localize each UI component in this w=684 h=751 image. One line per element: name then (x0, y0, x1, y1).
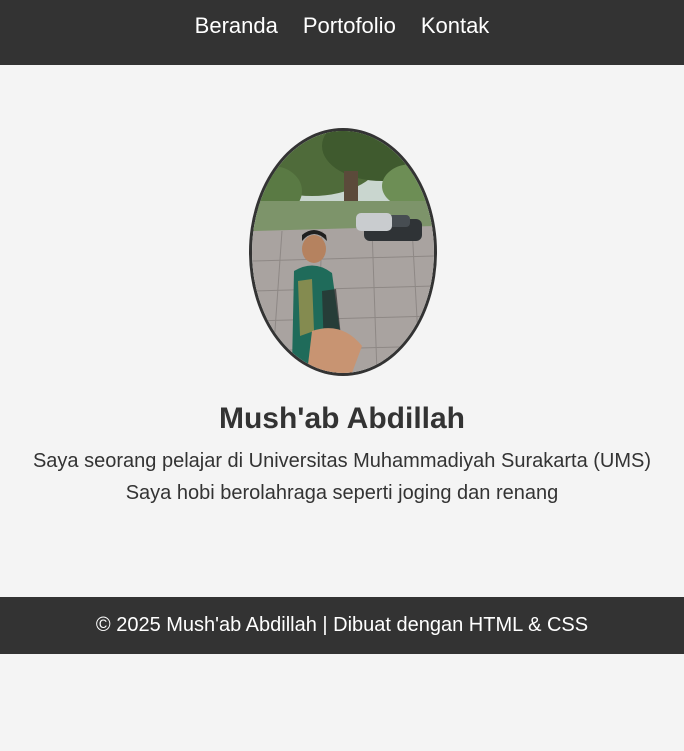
top-navigation: Beranda Portofolio Kontak (0, 0, 684, 65)
profile-photo (249, 128, 437, 376)
footer-text: © 2025 Mush'ab Abdillah | Dibuat dengan … (95, 614, 589, 636)
profile-name: Mush'ab Abdillah (218, 402, 466, 435)
profile-bio-line-1: Saya seorang pelajar di Universitas Muha… (32, 450, 652, 472)
nav-link-beranda[interactable]: Beranda (195, 12, 278, 40)
profile-bio-line-2: Saya hobi berolahraga seperti joging dan… (125, 482, 559, 504)
nav-link-portofolio[interactable]: Portofolio (303, 12, 396, 40)
page-footer: © 2025 Mush'ab Abdillah | Dibuat dengan … (0, 597, 684, 654)
profile-section: Mush'ab Abdillah Saya seorang pelajar di… (0, 65, 684, 597)
profile-photo-image (252, 131, 434, 373)
nav-link-kontak[interactable]: Kontak (421, 12, 490, 40)
